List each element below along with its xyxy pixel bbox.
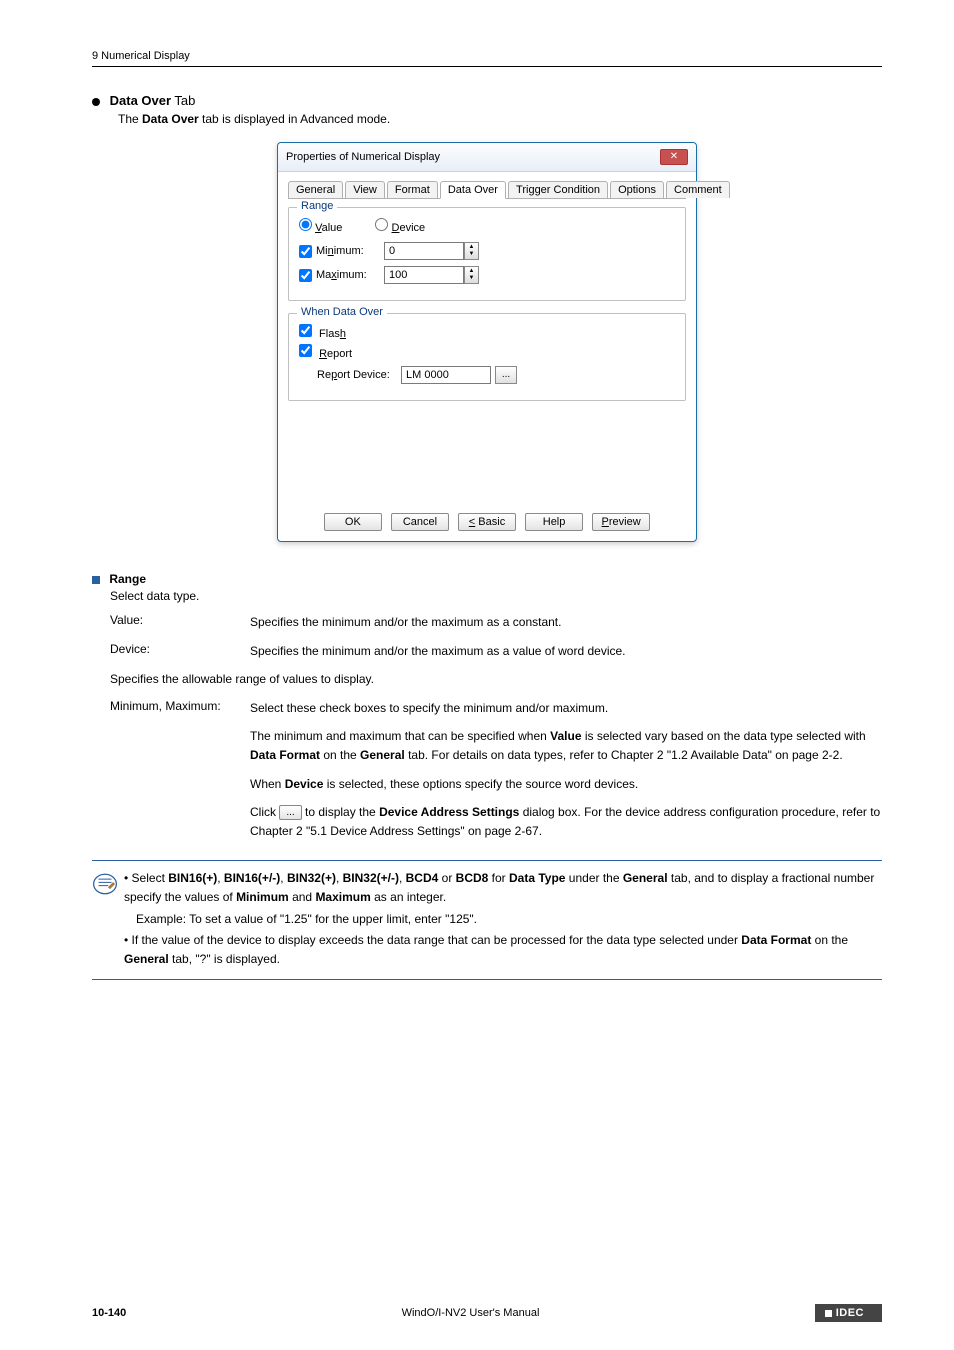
ok-button[interactable]: OK: [324, 513, 382, 531]
range-sub: Select data type.: [110, 589, 882, 603]
page-header: 9 Numerical Display: [92, 50, 882, 67]
tab-view[interactable]: View: [345, 181, 385, 198]
bullet-icon: [92, 98, 100, 106]
dialog-title: Properties of Numerical Display: [286, 151, 440, 163]
note-body: • Select BIN16(+), BIN16(+/-), BIN32(+),…: [124, 869, 882, 971]
maximum-label: Maximum:: [316, 269, 384, 281]
maximum-spinner[interactable]: ▲▼: [464, 266, 479, 284]
minimum-checkbox[interactable]: [299, 245, 312, 258]
report-device-label: Report Device:: [317, 369, 401, 381]
tab-options[interactable]: Options: [610, 181, 664, 198]
tab-trigger[interactable]: Trigger Condition: [508, 181, 608, 198]
manual-title: WindO/I-NV2 User's Manual: [402, 1307, 540, 1319]
header-section: 9 Numerical Display: [92, 50, 190, 62]
close-button[interactable]: ✕: [660, 149, 688, 165]
dialog-tabs: General View Format Data Over Trigger Co…: [288, 180, 686, 199]
mm-key: Minimum, Maximum:: [110, 699, 250, 851]
device-key: Device:: [110, 642, 250, 661]
tab-comment[interactable]: Comment: [666, 181, 730, 198]
report-device-browse-button[interactable]: ...: [495, 366, 517, 384]
preview-button[interactable]: Preview: [592, 513, 650, 531]
range-heading: Range: [92, 572, 882, 586]
radio-device[interactable]: Device: [375, 218, 425, 234]
when-data-over-group: When Data Over Flash Report Report Devic…: [288, 313, 686, 401]
flash-checkbox-label[interactable]: Flash: [299, 328, 346, 340]
blue-square-icon: [92, 576, 100, 584]
basic-button[interactable]: < Basic: [458, 513, 516, 531]
note-icon: [92, 869, 124, 971]
definitions: Value: Specifies the minimum and/or the …: [110, 613, 882, 660]
allowable-desc: Specifies the allowable range of values …: [110, 670, 882, 689]
tab-format[interactable]: Format: [387, 181, 438, 198]
minimum-input[interactable]: [384, 242, 464, 260]
properties-dialog: Properties of Numerical Display ✕ Genera…: [277, 142, 697, 542]
minimum-spinner[interactable]: ▲▼: [464, 242, 479, 260]
dialog-footer: OK Cancel < Basic Help Preview: [288, 413, 686, 531]
value-key: Value:: [110, 613, 250, 632]
section-subtitle: The Data Over tab is displayed in Advanc…: [118, 112, 882, 126]
help-button[interactable]: Help: [525, 513, 583, 531]
section-title: Data Over Tab: [92, 93, 882, 108]
dialog-titlebar: Properties of Numerical Display ✕: [278, 143, 696, 172]
page-footer: 10-140 WindO/I-NV2 User's Manual IDEC: [0, 1304, 954, 1322]
note-box: • Select BIN16(+), BIN16(+/-), BIN32(+),…: [92, 860, 882, 980]
inline-browse-icon: ...: [279, 805, 301, 820]
idec-logo: IDEC: [815, 1304, 882, 1322]
tab-data-over[interactable]: Data Over: [440, 181, 506, 199]
maximum-input[interactable]: [384, 266, 464, 284]
maximum-checkbox[interactable]: [299, 269, 312, 282]
value-desc: Specifies the minimum and/or the maximum…: [250, 613, 882, 632]
mm-desc: Select these check boxes to specify the …: [250, 699, 882, 851]
page-number: 10-140: [92, 1307, 126, 1319]
report-checkbox-label[interactable]: Report: [299, 348, 352, 360]
tab-general[interactable]: General: [288, 181, 343, 198]
minimum-label: Minimum:: [316, 245, 384, 257]
range-legend: Range: [297, 200, 337, 212]
report-device-input[interactable]: [401, 366, 491, 384]
cancel-button[interactable]: Cancel: [391, 513, 449, 531]
when-legend: When Data Over: [297, 306, 387, 318]
range-group: Range Value Device Minimum: ▲▼ Maximum:: [288, 207, 686, 301]
radio-value[interactable]: Value: [299, 218, 342, 234]
device-desc: Specifies the minimum and/or the maximum…: [250, 642, 882, 661]
